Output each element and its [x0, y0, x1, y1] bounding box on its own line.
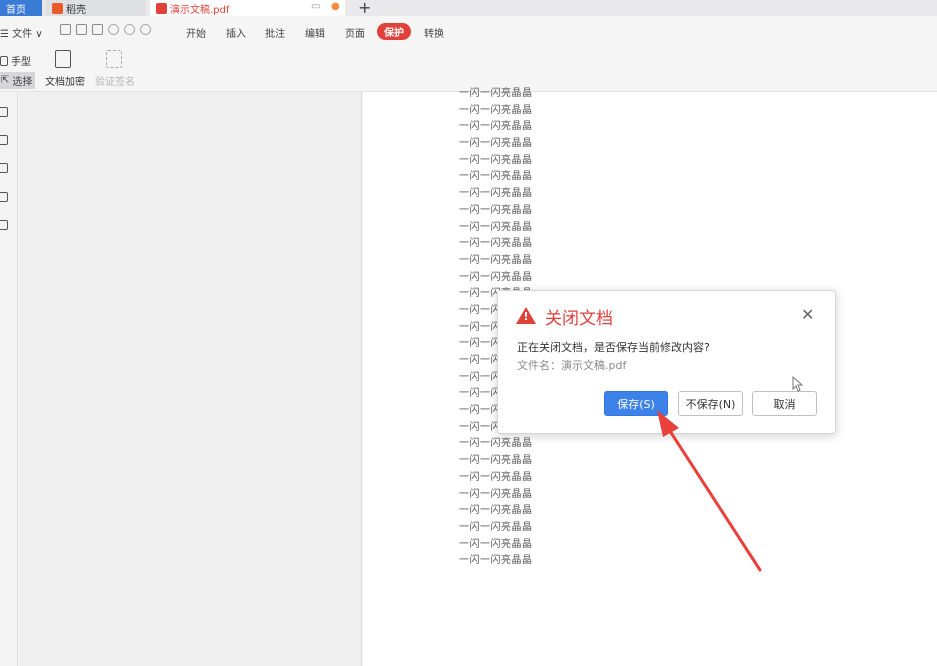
unsaved-dot-icon: ● — [331, 1, 340, 12]
print-icon[interactable] — [92, 24, 103, 35]
menu-tab-start[interactable]: 开始 — [186, 25, 206, 40]
tab-home-label: 首页 — [6, 4, 26, 16]
tab-daoke-label: 稻壳 — [66, 4, 86, 16]
document-line: 一闪一闪亮晶晶 — [459, 104, 533, 116]
search-icon[interactable] — [0, 135, 8, 145]
customize-icon[interactable] — [140, 24, 151, 35]
document-line: 一闪一闪亮晶晶 — [459, 271, 533, 283]
close-document-dialog: ! 关闭文档 ✕ 正在关闭文档，是否保存当前修改内容? 文件名：演示文稿.pdf… — [497, 290, 836, 434]
daoke-icon — [52, 2, 63, 14]
close-icon[interactable]: ✕ — [801, 305, 814, 324]
thumbnail-icon[interactable] — [0, 163, 8, 173]
document-encrypt-icon[interactable] — [55, 50, 71, 68]
tab-document-label: 演示文稿.pdf — [170, 4, 230, 16]
pin-icon[interactable]: ▭ — [311, 1, 320, 12]
redo-icon[interactable] — [124, 24, 135, 35]
document-line: 一闪一闪亮晶晶 — [459, 488, 533, 500]
document-line: 一闪一闪亮晶晶 — [459, 188, 533, 200]
dialog-filename: 文件名：演示文稿.pdf — [517, 359, 627, 372]
hand-tool[interactable]: 手型 — [0, 53, 31, 68]
menu-tab-protect[interactable]: 保护 — [377, 23, 411, 40]
document-line: 一闪一闪亮晶晶 — [459, 238, 533, 250]
tab-daoke[interactable]: 稻壳 — [46, 0, 146, 16]
document-line: 一闪一闪亮晶晶 — [459, 538, 533, 550]
cursor-icon: ⇱ — [1, 75, 10, 86]
select-tool[interactable]: ⇱ 选择 — [0, 72, 36, 89]
dont-save-button[interactable]: 不保存(N) — [678, 391, 743, 416]
quick-access-toolbar — [60, 24, 151, 35]
verify-signature-label: 验证签名 — [95, 77, 135, 88]
cancel-button[interactable]: 取消 — [752, 391, 817, 416]
document-line: 一闪一闪亮晶晶 — [459, 455, 533, 467]
document-line: 一闪一闪亮晶晶 — [459, 521, 533, 533]
tab-home[interactable]: 首页 — [0, 0, 42, 16]
pdf-icon — [156, 2, 167, 14]
menu-tab-edit[interactable]: 编辑 — [305, 25, 325, 40]
mouse-cursor-icon — [792, 376, 804, 392]
document-line: 一闪一闪亮晶晶 — [459, 471, 533, 483]
hand-tool-label: 手型 — [11, 57, 31, 68]
pen-icon[interactable] — [0, 192, 8, 202]
menu-tab-page[interactable]: 页面 — [345, 25, 365, 40]
document-line: 一闪一闪亮晶晶 — [459, 154, 533, 166]
undo-icon[interactable] — [108, 24, 119, 35]
document-line: 一闪一闪亮晶晶 — [459, 555, 533, 567]
document-line: 一闪一闪亮晶晶 — [459, 438, 533, 450]
menu-tab-insert[interactable]: 插入 — [226, 25, 246, 40]
warning-exclamation-icon: ! — [523, 310, 529, 323]
dialog-title: 关闭文档 — [545, 309, 613, 329]
stamp-icon[interactable] — [0, 220, 8, 230]
document-line: 一闪一闪亮晶晶 — [459, 138, 533, 150]
save-icon[interactable] — [76, 24, 87, 35]
tab-bar: 首页 稻壳 演示文稿.pdf ▭ ● + — [0, 0, 937, 17]
document-line: 一闪一闪亮晶晶 — [459, 254, 533, 266]
open-icon[interactable] — [60, 24, 71, 35]
verify-signature-icon — [106, 50, 122, 68]
menu-tab-convert[interactable]: 转换 — [424, 25, 444, 40]
document-line: 一闪一闪亮晶晶 — [459, 88, 533, 99]
document-line: 一闪一闪亮晶晶 — [459, 204, 533, 216]
document-line: 一闪一闪亮晶晶 — [459, 121, 533, 133]
menu-tab-comment[interactable]: 批注 — [265, 25, 285, 40]
save-button[interactable]: 保存(S) — [604, 391, 668, 416]
hand-icon — [0, 55, 8, 66]
file-menu[interactable]: ☰ 文件 ∨ — [0, 25, 43, 40]
bookmark-icon[interactable] — [0, 107, 8, 117]
dialog-message: 正在关闭文档，是否保存当前修改内容? — [517, 341, 710, 354]
select-tool-label: 选择 — [12, 77, 33, 88]
document-line: 一闪一闪亮晶晶 — [459, 505, 533, 517]
menu-bar: ☰ 文件 ∨ 开始 插入 批注 编辑 页面 保护 转换 — [0, 16, 937, 44]
ribbon: 手型 ⇱ 选择 文档加密 验证签名 — [0, 44, 937, 92]
document-line: 一闪一闪亮晶晶 — [459, 171, 533, 183]
thumbnail-pane — [19, 92, 362, 666]
document-line: 一闪一闪亮晶晶 — [459, 221, 533, 233]
document-encrypt-label[interactable]: 文档加密 — [45, 73, 85, 88]
new-tab-button[interactable]: + — [358, 0, 371, 17]
left-tool-strip — [0, 92, 18, 666]
